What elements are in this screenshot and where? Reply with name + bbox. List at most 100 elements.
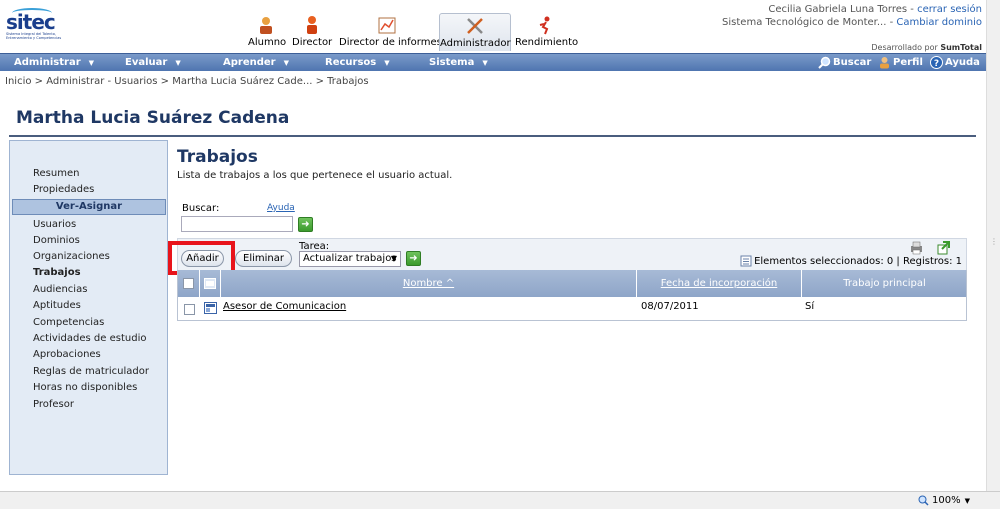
student-icon <box>260 17 272 34</box>
role-administrador[interactable]: Administrador <box>439 13 511 51</box>
search-input[interactable] <box>181 216 293 232</box>
nav-item-reglas[interactable]: Reglas de matriculador <box>33 366 149 377</box>
nav-item-profesor[interactable]: Profesor <box>33 399 74 410</box>
nav-item-organizaciones[interactable]: Organizaciones <box>33 251 110 262</box>
nav-item-aptitudes[interactable]: Aptitudes <box>33 300 81 311</box>
role-label: Rendimiento <box>515 37 579 48</box>
delete-button[interactable]: Eliminar <box>235 250 292 267</box>
svg-text:?: ? <box>934 59 939 69</box>
task-go-button[interactable]: ➜ <box>406 251 421 266</box>
search-label: Buscar: <box>182 203 220 214</box>
scrollbar-grip-icon: ⋮ <box>990 237 998 246</box>
tools-icon <box>467 18 483 34</box>
job-icon <box>204 302 217 314</box>
logo-subtitle: Sistema Integral del Talento, Entrenamie… <box>6 32 62 40</box>
role-label: Alumno <box>248 37 287 48</box>
search-help-link[interactable]: Ayuda <box>267 203 295 213</box>
sitec-logo[interactable]: sitec Sistema Integral del Talento, Entr… <box>4 8 62 44</box>
header-select-all-cell <box>178 270 200 297</box>
nav-item-competencias[interactable]: Competencias <box>33 317 104 328</box>
user-info: Cecilia Gabriela Luna Torres - cerrar se… <box>722 3 982 29</box>
sort-by-date-link[interactable]: Fecha de incorporación <box>661 278 777 289</box>
reports-chart-icon <box>378 17 396 34</box>
role-label: Director <box>292 37 333 48</box>
search-icon <box>818 56 831 69</box>
app-header: sitec Sistema Integral del Talento, Entr… <box>0 0 986 53</box>
left-navigation: Resumen Propiedades Ver-Asignar Usuarios… <box>9 140 168 475</box>
section-description: Lista de trabajos a los que pertenece el… <box>177 170 453 181</box>
header-main-job: Trabajo principal <box>843 278 926 289</box>
print-icon[interactable] <box>909 241 924 255</box>
table-toolbar: Añadir Eliminar Tarea: Actualizar trabaj… <box>177 238 967 270</box>
chevron-down-icon: ▼ <box>175 59 181 67</box>
nav-item-dominios[interactable]: Dominios <box>33 235 80 246</box>
current-domain: Sistema Tecnológico de Monter... - <box>722 17 897 28</box>
chevron-down-icon: ▼ <box>390 254 397 263</box>
zoom-control[interactable]: 100% ▼ <box>918 495 970 506</box>
nav-item-trabajos[interactable]: Trabajos <box>33 267 81 278</box>
header-name[interactable]: Nombre ^ <box>221 270 637 297</box>
header-date[interactable]: Fecha de incorporación <box>637 270 802 297</box>
chevron-down-icon: ▼ <box>964 496 970 505</box>
chevron-down-icon: ▼ <box>283 59 289 67</box>
nav-section-ver-asignar: Ver-Asignar <box>12 199 166 215</box>
title-divider <box>9 135 976 137</box>
select-all-checkbox[interactable] <box>183 278 194 289</box>
search-go-button[interactable]: ➜ <box>298 217 313 232</box>
table-header: Nombre ^ Fecha de incorporación Trabajo … <box>178 270 966 297</box>
main-menu-bar: Administrar ▼ Evaluar ▼ Aprender ▼ Recursos… <box>0 53 986 71</box>
director-icon <box>307 16 317 34</box>
role-rendimiento[interactable]: Rendimiento <box>515 13 579 51</box>
role-alumno[interactable]: Alumno <box>248 13 287 51</box>
arrow-right-icon: ➜ <box>301 219 310 230</box>
export-icon[interactable] <box>936 241 951 255</box>
chevron-down-icon: ▼ <box>88 59 95 67</box>
powered-by: Desarrollado por SumTotal <box>871 43 982 52</box>
job-name-link[interactable]: Asesor de Comunicacion <box>223 301 346 312</box>
chevron-down-icon: ▼ <box>482 59 488 67</box>
help-menu-button[interactable]: ? Ayuda <box>930 56 980 69</box>
nav-item-audiencias[interactable]: Audiencias <box>33 284 87 295</box>
vertical-scrollbar[interactable]: ⋮ <box>986 0 1000 491</box>
arrow-right-icon: ➜ <box>409 253 418 264</box>
breadcrumb[interactable]: Inicio > Administrar - Usuarios > Martha… <box>5 76 369 87</box>
search-menu-button[interactable]: Buscar <box>818 56 871 69</box>
nav-item-resumen[interactable]: Resumen <box>33 168 79 179</box>
nav-item-aprobaciones[interactable]: Aprobaciones <box>33 349 101 360</box>
menu-recursos[interactable]: Recursos ▼ <box>325 57 390 68</box>
menu-administrar[interactable]: Administrar ▼ <box>14 57 94 68</box>
logo-text: sitec <box>6 10 56 34</box>
role-director-informes[interactable]: Director de informes <box>339 13 442 51</box>
selection-list-icon[interactable] <box>740 255 752 267</box>
zoom-icon <box>918 495 929 506</box>
task-select[interactable]: Actualizar trabajos ▼ <box>299 251 401 267</box>
status-bar: 100% ▼ <box>0 491 1000 509</box>
job-type-icon <box>204 278 216 289</box>
menu-aprender[interactable]: Aprender ▼ <box>223 57 289 68</box>
menu-sistema[interactable]: Sistema ▼ <box>429 57 488 68</box>
change-domain-link[interactable]: Cambiar dominio <box>896 17 982 28</box>
job-main: Sí <box>805 301 815 312</box>
help-icon: ? <box>930 56 943 69</box>
page-title: Martha Lucia Suárez Cadena <box>16 108 290 128</box>
section-title: Trabajos <box>177 147 258 167</box>
job-date: 08/07/2011 <box>641 301 699 312</box>
role-director[interactable]: Director <box>292 13 332 51</box>
nav-item-propiedades[interactable]: Propiedades <box>33 184 94 195</box>
menu-evaluar[interactable]: Evaluar ▼ <box>125 57 181 68</box>
profile-menu-button[interactable]: Perfil <box>878 56 923 69</box>
user-name: Cecilia Gabriela Luna Torres - <box>768 4 918 15</box>
role-label: Administrador <box>440 38 511 49</box>
nav-item-usuarios[interactable]: Usuarios <box>33 219 76 230</box>
row-checkbox[interactable] <box>184 304 195 315</box>
nav-item-horas[interactable]: Horas no disponibles <box>33 382 137 393</box>
jobs-table: Nombre ^ Fecha de incorporación Trabajo … <box>177 270 967 321</box>
role-label: Director de informes <box>339 37 442 48</box>
header-type-cell <box>200 270 221 297</box>
powered-brand: SumTotal <box>940 43 982 52</box>
selection-info: Elementos seleccionados: 0 | Registros: … <box>740 255 962 267</box>
sort-by-name-link[interactable]: Nombre ^ <box>403 278 454 289</box>
logout-link[interactable]: cerrar sesión <box>917 4 982 15</box>
nav-item-actividades[interactable]: Actividades de estudio <box>33 333 146 344</box>
profile-icon <box>880 57 889 69</box>
